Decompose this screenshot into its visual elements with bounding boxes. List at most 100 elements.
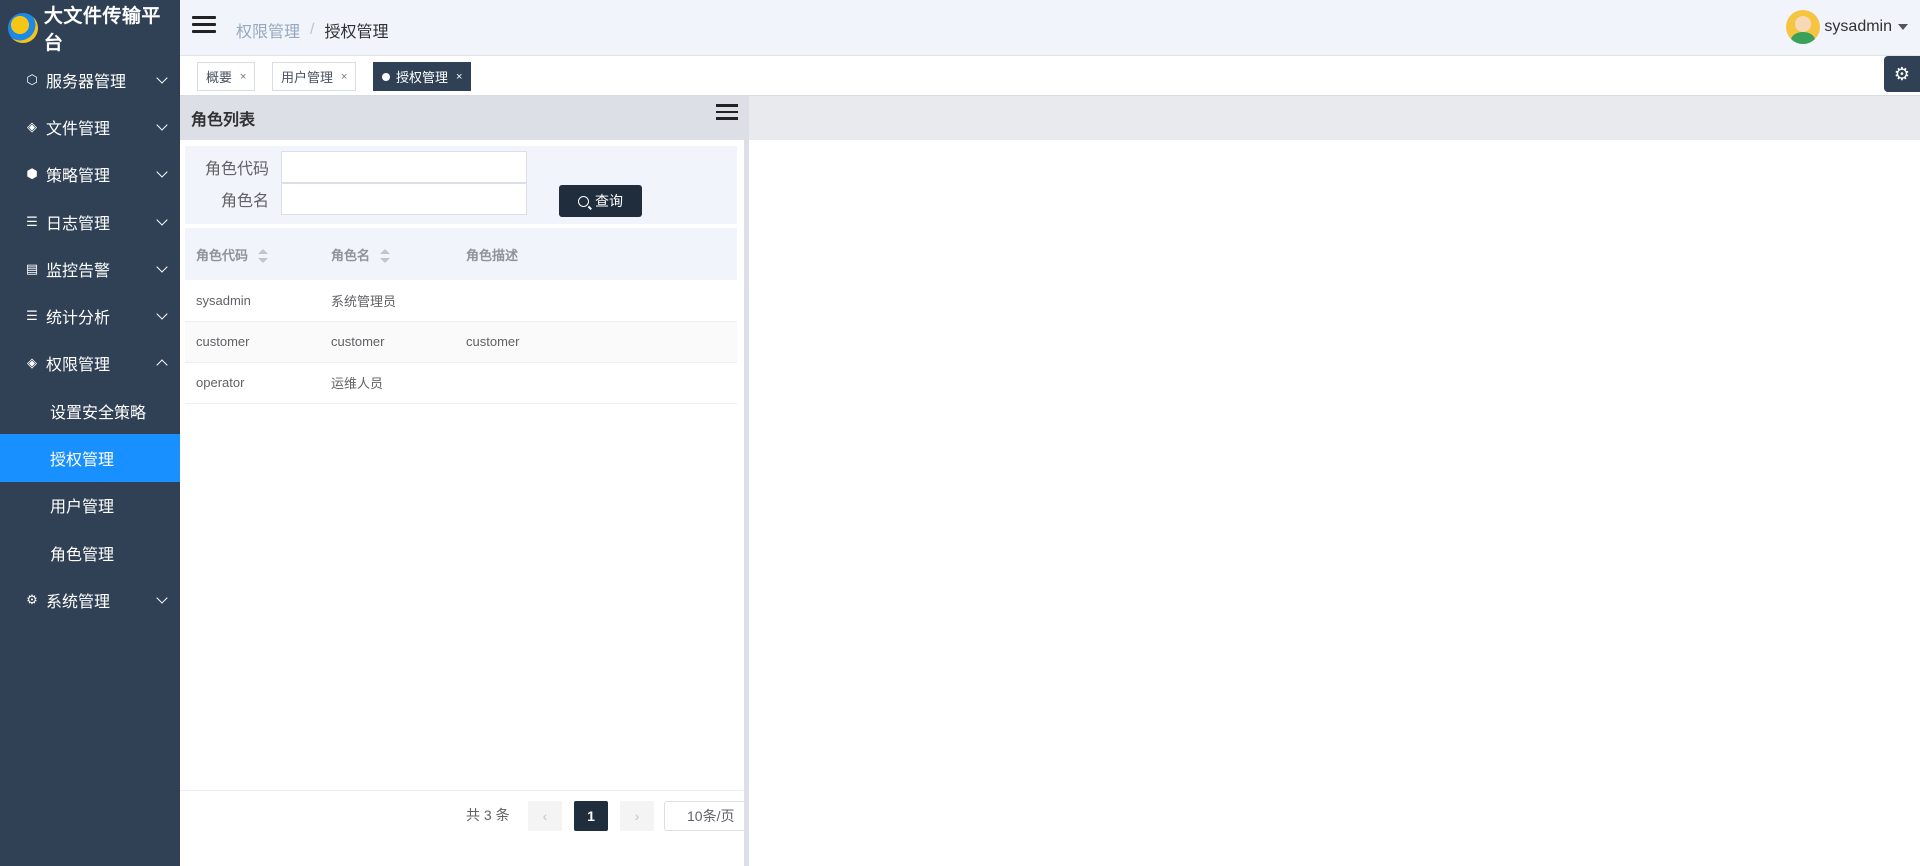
- sort-icon[interactable]: [379, 249, 390, 264]
- query-button[interactable]: 查询: [559, 185, 642, 217]
- role-code-label: 角色代码: [204, 161, 269, 178]
- list-icon: ☰: [26, 213, 38, 229]
- tag-user-management[interactable]: 用户管理 ×: [272, 62, 357, 91]
- column-header-role-desc: 角色描述: [455, 228, 737, 280]
- role-list-panel: 角色列表 角色代码 角色名 查询 角色代码 角色名 角色描述 sysadmin …: [180, 96, 744, 866]
- prev-page-button[interactable]: ‹: [528, 801, 562, 831]
- breadcrumb-item[interactable]: 权限管理: [236, 18, 300, 42]
- close-icon[interactable]: ×: [341, 71, 347, 83]
- column-header-label: 角色描述: [466, 247, 519, 263]
- sidebar-item-label: 日志管理: [46, 215, 111, 233]
- column-header-role-name[interactable]: 角色名: [320, 228, 455, 280]
- close-icon[interactable]: ×: [456, 71, 462, 83]
- page-number-current[interactable]: 1: [574, 801, 608, 831]
- table-cell: 运维人员: [320, 362, 455, 404]
- layers-icon: ◈: [27, 355, 37, 371]
- sidebar-item-label: 系统管理: [46, 593, 111, 611]
- sidebar-menu: ⬡ 服务器管理 ◈ 文件管理 ⬢ 策略管理 ☰ 日志管理 ▤ 监控告警 ☰ 统计…: [0, 56, 180, 624]
- close-icon[interactable]: ×: [240, 71, 246, 83]
- navbar: 权限管理 / 授权管理 sysadmin: [180, 0, 1920, 56]
- user-name: sysadmin: [1824, 18, 1892, 35]
- breadcrumb: 权限管理 / 授权管理: [236, 18, 388, 42]
- monitor-icon: ▤: [25, 260, 39, 276]
- sidebar-subitem-label: 用户管理: [50, 499, 115, 517]
- sidebar-subitem-label: 设置安全策略: [50, 404, 147, 422]
- sidebar-item-label: 文件管理: [46, 120, 111, 138]
- sidebar-item-label: 权限管理: [46, 357, 111, 375]
- sidebar-item-stats[interactable]: ☰ 统计分析: [0, 292, 180, 339]
- table-cell: [455, 280, 737, 322]
- column-header-role-code[interactable]: 角色代码: [185, 228, 320, 280]
- tag-authorization[interactable]: 授权管理 ×: [373, 62, 472, 91]
- table-cell: operator: [185, 362, 320, 404]
- table-cell: [455, 362, 737, 404]
- cubes-icon: ⬢: [26, 166, 38, 182]
- search-form: 角色代码 角色名 查询: [185, 146, 737, 224]
- table-cell: customer: [455, 321, 737, 363]
- detail-panel-header: [749, 96, 1920, 140]
- role-name-input[interactable]: [281, 183, 527, 215]
- gear-icon: ⚙: [1893, 63, 1911, 84]
- table-cell: customer: [185, 321, 320, 363]
- sidebar-item-policy[interactable]: ⬢ 策略管理: [0, 151, 180, 198]
- pagination-total: 共 3 条: [466, 807, 510, 823]
- app-title: 大文件传输平台: [43, 6, 161, 54]
- sidebar-subitem-label: 角色管理: [50, 546, 115, 564]
- pagination: 共 3 条 ‹ 1 › 10条/页: [180, 790, 744, 836]
- table-header-row: 角色代码 角色名 角色描述: [185, 228, 737, 280]
- user-menu[interactable]: sysadmin: [1786, 10, 1908, 44]
- role-table: 角色代码 角色名 角色描述 sysadmin 系统管理员 customer cu…: [185, 228, 737, 404]
- chevron-up-icon: [156, 359, 168, 372]
- tag-overview[interactable]: 概要 ×: [197, 62, 256, 91]
- search-row-name: 角色名: [185, 183, 527, 215]
- next-page-button[interactable]: ›: [620, 801, 654, 831]
- tags-view: 概要 × 用户管理 × 授权管理 × ⚙: [180, 56, 1920, 96]
- table-row[interactable]: sysadmin 系统管理员: [185, 280, 737, 322]
- query-button-label: 查询: [595, 193, 623, 209]
- column-header-label: 角色代码: [196, 247, 249, 263]
- sidebar-item-label: 服务器管理: [46, 73, 127, 91]
- hamburger-icon[interactable]: [192, 16, 216, 36]
- sidebar-subitem-security-policy[interactable]: 设置安全策略: [0, 387, 180, 435]
- role-code-input[interactable]: [281, 151, 527, 183]
- menu-icon[interactable]: [716, 104, 738, 122]
- sidebar-item-system[interactable]: ⚙ 系统管理: [0, 576, 180, 623]
- sort-icon[interactable]: [257, 249, 268, 264]
- tag-label: 授权管理: [396, 70, 449, 85]
- sidebar-item-permissions[interactable]: ◈ 权限管理: [0, 340, 180, 387]
- table-row[interactable]: operator 运维人员: [185, 362, 737, 404]
- sidebar-item-logs[interactable]: ☰ 日志管理: [0, 198, 180, 245]
- avatar: [1786, 10, 1821, 44]
- authorization-detail-panel: [749, 96, 1920, 866]
- sidebar: 大文件传输平台 ⬡ 服务器管理 ◈ 文件管理 ⬢ 策略管理 ☰ 日志管理 ▤ 监…: [0, 0, 180, 866]
- sidebar-subitem-users[interactable]: 用户管理: [0, 481, 180, 529]
- sidebar-subitem-roles[interactable]: 角色管理: [0, 528, 180, 577]
- chevron-down-icon: [156, 308, 168, 320]
- chevron-down-icon: [156, 213, 168, 226]
- sidebar-item-label: 统计分析: [46, 310, 111, 328]
- page-size-select[interactable]: 10条/页: [664, 801, 744, 831]
- table-cell: 系统管理员: [320, 280, 455, 322]
- sidebar-item-server[interactable]: ⬡ 服务器管理: [0, 56, 180, 103]
- table-cell: sysadmin: [185, 280, 320, 322]
- chevron-down-icon: [156, 592, 168, 604]
- sidebar-item-files[interactable]: ◈ 文件管理: [0, 103, 180, 150]
- search-row-code: 角色代码: [185, 151, 527, 183]
- chevron-down-icon: [156, 261, 168, 273]
- role-name-label: 角色名: [220, 193, 269, 210]
- tag-label: 用户管理: [281, 70, 334, 85]
- panel-title: 角色列表: [191, 112, 256, 129]
- chevron-down-icon: [156, 71, 168, 84]
- chevron-down-icon: [156, 166, 168, 178]
- sidebar-item-label: 策略管理: [46, 168, 111, 186]
- logo-icon: [8, 13, 38, 43]
- cube-icon: ⬡: [26, 71, 38, 87]
- table-row[interactable]: customer customer customer: [185, 321, 737, 363]
- list-icon: ☰: [26, 308, 38, 324]
- sidebar-item-label: 监控告警: [46, 262, 111, 280]
- settings-button[interactable]: ⚙: [1884, 56, 1920, 92]
- sidebar-item-monitor[interactable]: ▤ 监控告警: [0, 245, 180, 292]
- caret-down-icon: [1898, 24, 1908, 30]
- sidebar-subitem-authorization[interactable]: 授权管理: [0, 434, 180, 482]
- panel-header: 角色列表: [180, 96, 744, 140]
